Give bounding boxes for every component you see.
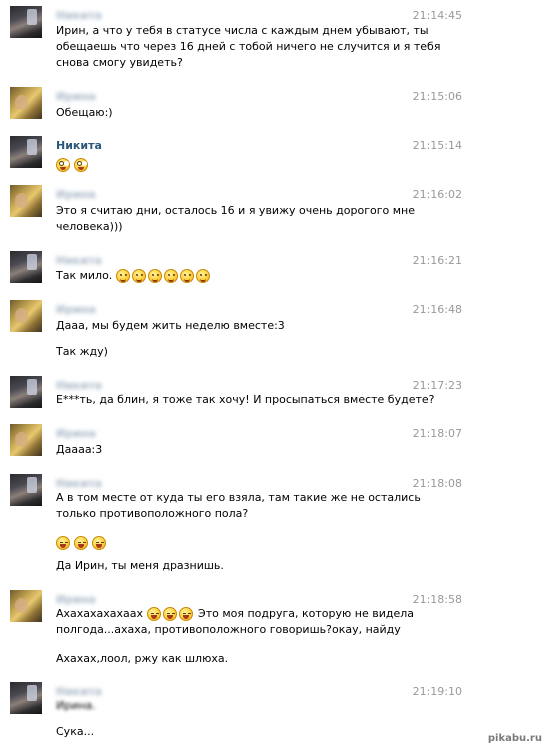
avatar[interactable] [10, 682, 42, 714]
grinning-smiley-icon [92, 535, 106, 550]
grinning-smiley-icon [56, 535, 70, 550]
message-line: человека))) [56, 220, 123, 233]
sender-name[interactable]: Ирина [56, 188, 96, 201]
message-text: Так мило. [56, 268, 212, 284]
message-text: Обещаю:) [56, 106, 113, 119]
message-time: 21:16:48 [412, 303, 462, 316]
sender-name[interactable]: Никита [56, 254, 102, 267]
sender-name[interactable]: Никита [56, 9, 102, 22]
wide-eyed-smiley-icon [74, 157, 88, 172]
message-line: Это моя подруга, которую не видела [198, 607, 415, 620]
message-time: 21:19:10 [412, 685, 462, 698]
message-text: Да Ирин, ты меня дразнишь. [56, 559, 224, 572]
avatar[interactable] [10, 474, 42, 506]
sender-name[interactable]: Ирина [56, 303, 96, 316]
message-text: Ахахахахахаах Это моя подруга, которую н… [56, 606, 476, 638]
message-line: Так мило. [56, 269, 113, 282]
avatar[interactable] [10, 376, 42, 408]
avatar[interactable] [10, 590, 42, 622]
grinning-smiley-icon [74, 535, 88, 550]
wide-eyed-smiley-icon [56, 157, 70, 172]
message-text: Так жду) [56, 345, 108, 358]
sender-name[interactable]: Никита [56, 685, 102, 698]
avatar[interactable] [10, 251, 42, 283]
message-line: А в том месте от куда ты его взяла, там … [56, 491, 421, 504]
smiley-row [56, 154, 92, 172]
message-line: только противоположного пола? [56, 507, 249, 520]
smiley-icon [163, 269, 178, 283]
laughing-smiley-icon [146, 607, 161, 621]
message-time: 21:16:02 [412, 188, 462, 201]
smiley-icon [195, 269, 210, 283]
smiley-icon [131, 269, 146, 283]
message-time: 21:18:07 [412, 427, 462, 440]
avatar[interactable] [10, 87, 42, 119]
message-text: Ирина. [56, 699, 96, 712]
avatar[interactable] [10, 185, 42, 217]
message-time: 21:16:21 [412, 254, 462, 267]
message-text: Даааа:3 [56, 443, 103, 456]
message-time: 21:18:08 [412, 477, 462, 490]
watermark: pikabu.ru [487, 733, 542, 744]
message-time: 21:14:45 [412, 9, 462, 22]
avatar[interactable] [10, 300, 42, 332]
message-time: 21:15:06 [412, 90, 462, 103]
message-text: Ахахах,лоол, ржу как шлюха. [56, 652, 229, 665]
laughing-smiley-icon [178, 607, 193, 621]
sender-name[interactable]: Ирина [56, 593, 96, 606]
sender-name[interactable]: Никита [56, 477, 102, 490]
message-text: Дааа, мы будем жить неделю вместе:3 [56, 319, 285, 332]
sender-name[interactable]: Ирина [56, 427, 96, 440]
sender-name[interactable]: Никита [56, 139, 102, 152]
message-text: Е***ть, да блин, я тоже так хочу! И прос… [56, 393, 435, 406]
smiley-icon [147, 269, 162, 283]
sender-name[interactable]: Ирина [56, 90, 96, 103]
avatar[interactable] [10, 424, 42, 456]
message-text: Это я считаю дни, осталось 16 и я увижу … [56, 203, 456, 235]
message-time: 21:15:14 [412, 139, 462, 152]
message-line: Ахахахахахаах [56, 607, 144, 620]
smiley-icon [179, 269, 194, 283]
message-time: 21:17:23 [412, 379, 462, 392]
sender-name[interactable]: Никита [56, 379, 102, 392]
message-text: А в том месте от куда ты его взяла, там … [56, 490, 456, 522]
message-line: обещаешь что через 16 дней с тобой ничег… [56, 40, 441, 53]
message-text: Сука... [56, 725, 95, 738]
avatar[interactable] [10, 136, 42, 168]
message-text: Ирин, а что у тебя в статусе числа с каж… [56, 23, 456, 71]
message-line: Ирин, а что у тебя в статусе числа с каж… [56, 24, 429, 37]
message-line: полгода...ахаха, противоположного говори… [56, 623, 401, 636]
laughing-smiley-icon [162, 607, 177, 621]
message-line: снова смогу увидеть? [56, 56, 183, 69]
message-line: Это я считаю дни, осталось 16 и я увижу … [56, 204, 415, 217]
smiley-icon [115, 269, 130, 283]
smiley-row [56, 532, 110, 550]
message-time: 21:18:58 [412, 593, 462, 606]
avatar[interactable] [10, 6, 42, 38]
